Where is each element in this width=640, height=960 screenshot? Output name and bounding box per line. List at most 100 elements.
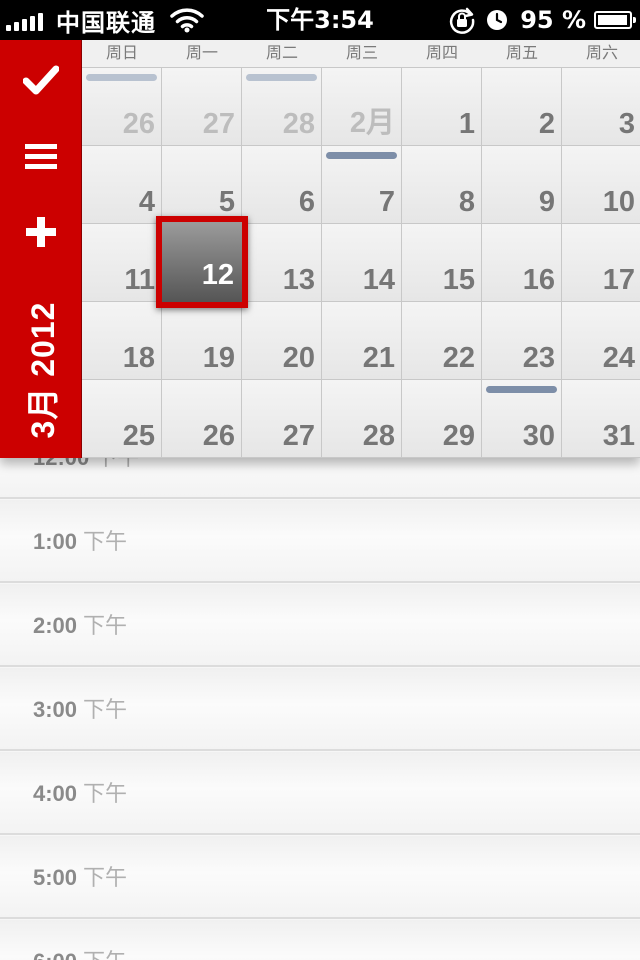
calendar-day-cell[interactable]: 2月 <box>322 68 401 145</box>
calendar-day-cell[interactable]: 5 <box>162 146 241 223</box>
list-view-button[interactable] <box>0 126 82 186</box>
hour-time: 1:00 <box>33 529 78 554</box>
calendar-day-cell[interactable]: 21 <box>322 302 401 379</box>
day-number: 2月 <box>349 107 395 139</box>
event-indicator <box>86 74 157 81</box>
day-number: 24 <box>602 342 635 374</box>
month-calendar: 3月 2012 周日 周一 周二 周三 周四 周五 周六 26 27 28 2月 1 2 3 4 5 6 7 8 9… <box>0 40 640 458</box>
calendar-day-cell[interactable]: 19 <box>162 302 241 379</box>
hour-time: 4:00 <box>33 781 78 806</box>
day-number: 28 <box>282 108 315 140</box>
calendar-day-cell[interactable]: 26 <box>162 380 241 457</box>
calendar-day-cell[interactable]: 24 <box>562 302 640 379</box>
calendar-day-cell[interactable]: 3 <box>562 68 640 145</box>
hour-row[interactable]: 3:00 下午 <box>0 668 640 751</box>
calendar-day-cell[interactable]: 22 <box>402 302 481 379</box>
calendar-day-cell[interactable]: 29 <box>402 380 481 457</box>
day-number: 7 <box>378 186 395 218</box>
day-number: 22 <box>442 342 475 374</box>
selected-day[interactable]: 12 <box>156 216 248 308</box>
day-timeline[interactable]: 12:00下午1:00下午2:00下午3:00下午4:00下午5:00下午6:0… <box>0 458 640 960</box>
calendar-day-cell[interactable]: 14 <box>322 224 401 301</box>
calendar-day-cell[interactable]: 4 <box>82 146 161 223</box>
calendar-day-cell[interactable]: 1 <box>402 68 481 145</box>
calendar-day-cell[interactable]: 16 <box>482 224 561 301</box>
calendar-day-cell[interactable]: 26 <box>82 68 161 145</box>
hour-ampm: 下午 <box>83 865 128 890</box>
calendar-day-cell[interactable]: 20 <box>242 302 321 379</box>
day-number: 2 <box>538 108 555 140</box>
weekday-label: 周三 <box>345 45 378 62</box>
day-number: 4 <box>138 186 155 218</box>
calendar-day-cell[interactable]: 8 <box>402 146 481 223</box>
checkmark-icon <box>23 65 59 95</box>
weekday-label: 周一 <box>185 45 218 62</box>
day-number: 18 <box>122 342 155 374</box>
battery-level-fill <box>598 15 627 25</box>
hour-row[interactable]: 6:00 下午 <box>0 920 640 960</box>
calendar-day-cell[interactable]: 23 <box>482 302 561 379</box>
hour-ampm: 下午 <box>83 613 128 638</box>
day-number: 28 <box>362 420 395 452</box>
hour-label: 4:00 下午 <box>33 752 127 835</box>
rotation-lock-icon <box>450 7 475 34</box>
calendar-day-cell[interactable]: 30 <box>482 380 561 457</box>
hour-time: 5:00 <box>33 865 78 890</box>
calendar-day-cell[interactable]: 2 <box>482 68 561 145</box>
month-year-label[interactable]: 3月 2012 <box>18 302 64 439</box>
day-number: 21 <box>362 342 395 374</box>
calendar-day-cell[interactable]: 15 <box>402 224 481 301</box>
calendar-day-cell[interactable]: 9 <box>482 146 561 223</box>
selected-day-number: 12 <box>201 259 234 291</box>
day-number: 5 <box>218 186 235 218</box>
calendar-day-cell[interactable]: 10 <box>562 146 640 223</box>
event-indicator <box>486 386 557 393</box>
hour-ampm: 下午 <box>83 529 128 554</box>
day-number: 25 <box>122 420 155 452</box>
day-number: 26 <box>122 108 155 140</box>
calendar-day-cell[interactable]: 28 <box>242 68 321 145</box>
calendar-day-cell[interactable]: 25 <box>82 380 161 457</box>
calendar-day-cell[interactable]: 27 <box>242 380 321 457</box>
calendar-day-cell[interactable]: 13 <box>242 224 321 301</box>
hour-row[interactable]: 12:00 下午 <box>0 458 640 499</box>
clock-icon <box>487 10 508 30</box>
done-button[interactable] <box>0 50 82 110</box>
calendar-day-cell[interactable]: 31 <box>562 380 640 457</box>
hour-time: 3:00 <box>33 697 78 722</box>
day-number: 10 <box>602 186 635 218</box>
hour-label: 2:00 下午 <box>33 584 127 667</box>
day-number: 6 <box>298 186 315 218</box>
battery-icon <box>594 11 636 29</box>
add-event-button[interactable] <box>0 202 82 262</box>
hour-row[interactable]: 4:00 下午 <box>0 752 640 835</box>
day-number: 9 <box>538 186 555 218</box>
calendar-day-cell[interactable]: 7 <box>322 146 401 223</box>
sidebar: 3月 2012 <box>0 40 82 458</box>
day-number: 1 <box>458 108 475 140</box>
battery-percent: 95 % <box>520 6 586 34</box>
day-number: 31 <box>602 420 635 452</box>
hour-row[interactable]: 2:00 下午 <box>0 584 640 667</box>
day-number: 15 <box>442 264 475 296</box>
weekday-label: 周六 <box>585 45 618 62</box>
hour-ampm: 下午 <box>83 781 128 806</box>
hour-row[interactable]: 5:00 下午 <box>0 836 640 919</box>
day-number: 27 <box>202 108 235 140</box>
day-number: 8 <box>458 186 475 218</box>
calendar-day-cell[interactable]: 17 <box>562 224 640 301</box>
calendar-day-cell[interactable]: 27 <box>162 68 241 145</box>
event-indicator <box>246 74 317 81</box>
day-number: 14 <box>362 264 395 296</box>
day-number: 17 <box>602 264 635 296</box>
hour-row[interactable]: 1:00 下午 <box>0 500 640 583</box>
calendar-day-cell[interactable]: 6 <box>242 146 321 223</box>
day-number: 11 <box>124 264 155 296</box>
hour-ampm: 下午 <box>83 697 128 722</box>
calendar-day-cell[interactable]: 18 <box>82 302 161 379</box>
calendar-day-cell[interactable]: 28 <box>322 380 401 457</box>
hour-time: 2:00 <box>33 613 78 638</box>
day-number: 19 <box>202 342 235 374</box>
calendar-day-cell[interactable]: 11 <box>82 224 161 301</box>
day-number: 13 <box>282 264 315 296</box>
